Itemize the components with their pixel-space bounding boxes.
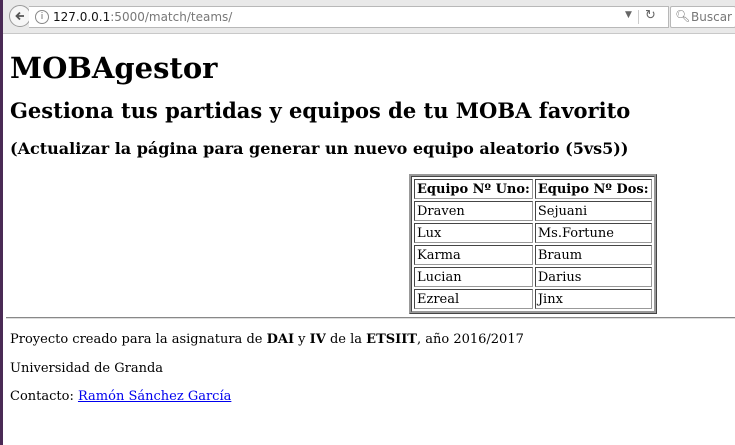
- search-icon: 🔍︎: [675, 9, 691, 23]
- school-etsiit: ETSIIT: [366, 332, 417, 347]
- team-two-player: Sejuani: [534, 201, 652, 221]
- page-instruction: (Actualizar la página para generar un nu…: [10, 139, 629, 158]
- team-two-player: Ms.Fortune: [534, 223, 652, 243]
- team-one-player: Karma: [414, 245, 533, 265]
- footer-contact-line: Contacto: Ramón Sánchez García: [10, 389, 231, 404]
- url-text: 127.0.0.1:5000/match/teams/: [53, 10, 232, 24]
- search-placeholder: Buscar: [691, 10, 732, 24]
- page-content: MOBAgestor Gestiona tus partidas y equip…: [3, 35, 735, 445]
- table-row: Ezreal Jinx: [414, 289, 652, 309]
- back-arrow-icon: [15, 11, 24, 21]
- page-title: MOBAgestor: [10, 51, 218, 85]
- subject-dai: DAI: [266, 332, 295, 347]
- footer-project-line: Proyecto creado para la asignatura de DA…: [10, 332, 524, 347]
- address-bar[interactable]: i 127.0.0.1:5000/match/teams/ ▼ ↻: [29, 6, 669, 28]
- team-one-player: Ezreal: [414, 289, 533, 309]
- team-one-player: Draven: [414, 201, 533, 221]
- footer-divider: [6, 317, 735, 319]
- reload-icon[interactable]: ↻: [645, 8, 656, 23]
- footer-text: , año 2016/2017: [416, 332, 524, 347]
- footer-text: de la: [325, 332, 367, 347]
- table-row: Karma Braum: [414, 245, 652, 265]
- team-two-player: Braum: [534, 245, 652, 265]
- back-button[interactable]: [9, 5, 31, 27]
- browser-toolbar: i 127.0.0.1:5000/match/teams/ ▼ ↻ 🔍︎ Bus…: [3, 0, 735, 34]
- team-two-player: Jinx: [534, 289, 652, 309]
- table-row: Lucian Darius: [414, 267, 652, 287]
- team-one-player: Lucian: [414, 267, 533, 287]
- subject-iv: IV: [309, 332, 326, 347]
- search-bar[interactable]: 🔍︎ Buscar: [670, 6, 735, 28]
- table-row: Draven Sejuani: [414, 201, 652, 221]
- team-one-player: Lux: [414, 223, 533, 243]
- contact-label: Contacto:: [10, 389, 78, 404]
- table-header-row: Equipo Nº Uno: Equipo Nº Dos:: [414, 179, 652, 199]
- page-subtitle: Gestiona tus partidas y equipos de tu MO…: [10, 98, 631, 123]
- team-two-player: Darius: [534, 267, 652, 287]
- footer-text: Proyecto creado para la asignatura de: [10, 332, 267, 347]
- team-two-header: Equipo Nº Dos:: [534, 179, 652, 199]
- team-one-header: Equipo Nº Uno:: [414, 179, 533, 199]
- table-row: Lux Ms.Fortune: [414, 223, 652, 243]
- footer-text: y: [294, 332, 310, 347]
- url-host: 127.0.0.1: [53, 10, 111, 24]
- url-separator: [638, 10, 639, 24]
- contact-link[interactable]: Ramón Sánchez García: [78, 389, 231, 404]
- dropdown-arrow-icon[interactable]: ▼: [625, 10, 632, 20]
- info-icon[interactable]: i: [35, 10, 49, 24]
- teams-table: Equipo Nº Uno: Equipo Nº Dos: Draven Sej…: [409, 174, 657, 314]
- url-path: :5000/match/teams/: [110, 10, 233, 24]
- footer-university: Universidad de Granda: [10, 361, 164, 376]
